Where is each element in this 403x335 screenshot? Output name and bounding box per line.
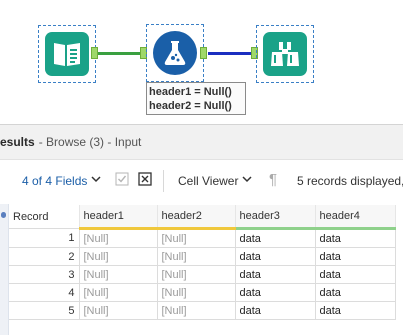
- formula-annotation: header1 = Null() header2 = Null(): [146, 82, 246, 115]
- column-header-header1[interactable]: header1: [79, 205, 158, 230]
- table-cell[interactable]: [Null]: [78, 265, 158, 284]
- grid-header-row: Record header1 header2 header3 header4: [9, 205, 396, 230]
- table-cell[interactable]: [Null]: [78, 283, 158, 302]
- chevron-down-icon[interactable]: [241, 173, 253, 188]
- table-cell[interactable]: data: [314, 247, 396, 266]
- table-cell[interactable]: [Null]: [78, 247, 158, 266]
- workflow-canvas[interactable]: header1 = Null() header2 = Null(): [0, 0, 403, 124]
- table-cell[interactable]: data: [314, 228, 396, 248]
- table-row[interactable]: 1 [Null] [Null] data data: [9, 228, 396, 248]
- record-number: 1: [9, 228, 80, 248]
- record-number: 4: [9, 283, 80, 302]
- fields-dropdown[interactable]: 4 of 4 Fields: [22, 174, 87, 188]
- results-grid[interactable]: Record header1 header2 header3 header4 1…: [9, 205, 396, 320]
- table-cell[interactable]: [Null]: [78, 228, 158, 248]
- table-cell[interactable]: data: [234, 247, 316, 266]
- table-cell[interactable]: [Null]: [78, 301, 158, 320]
- column-header-header4[interactable]: header4: [315, 205, 396, 230]
- table-cell[interactable]: data: [234, 265, 316, 284]
- record-number: 2: [9, 247, 80, 266]
- formula-output-anchor[interactable]: [200, 47, 207, 59]
- table-row[interactable]: 3 [Null] [Null] data data: [9, 265, 396, 284]
- table-row[interactable]: 2 [Null] [Null] data data: [9, 247, 396, 266]
- table-cell[interactable]: data: [314, 265, 396, 284]
- cell-viewer-dropdown[interactable]: Cell Viewer: [178, 174, 238, 188]
- table-row[interactable]: 5 [Null] [Null] data data: [9, 301, 396, 320]
- table-cell[interactable]: [Null]: [156, 301, 236, 320]
- table-cell[interactable]: data: [234, 283, 316, 302]
- records-status: 5 records displayed,: [297, 174, 403, 188]
- side-bullet-icon: [1, 212, 6, 218]
- annotation-line-1: header1 = Null(): [149, 86, 232, 98]
- table-cell[interactable]: [Null]: [156, 228, 236, 248]
- book-icon: [45, 32, 89, 76]
- record-number: 3: [9, 265, 80, 284]
- toolbar-separator: [163, 170, 164, 192]
- results-title: esults: [0, 135, 35, 149]
- table-cell[interactable]: [Null]: [156, 265, 236, 284]
- column-header-record[interactable]: Record: [9, 205, 80, 229]
- table-cell[interactable]: data: [314, 283, 396, 302]
- table-cell[interactable]: data: [234, 228, 316, 248]
- binoculars-icon: [263, 32, 307, 76]
- deselect-icon[interactable]: [138, 172, 152, 189]
- results-subtitle: - Browse (3) - Input: [38, 135, 142, 149]
- connection-input-formula[interactable]: [98, 52, 146, 55]
- table-cell[interactable]: [Null]: [156, 247, 236, 266]
- column-header-header3[interactable]: header3: [235, 205, 316, 230]
- check-select-icon[interactable]: [115, 172, 129, 189]
- table-cell[interactable]: [Null]: [156, 283, 236, 302]
- results-toolbar: 4 of 4 Fields Cell Viewer ¶ 5 records di…: [0, 160, 403, 204]
- input-data-tool[interactable]: [38, 25, 96, 83]
- column-header-header2[interactable]: header2: [157, 205, 236, 230]
- flask-icon: [153, 31, 197, 75]
- browse-tool[interactable]: [256, 25, 314, 83]
- chevron-down-icon[interactable]: [90, 173, 102, 188]
- table-row[interactable]: 4 [Null] [Null] data data: [9, 283, 396, 302]
- results-pane-header: esults - Browse (3) - Input: [0, 124, 403, 160]
- table-cell[interactable]: data: [234, 301, 316, 320]
- pilcrow-icon[interactable]: ¶: [269, 171, 277, 188]
- input-output-anchor[interactable]: [91, 47, 98, 59]
- record-number: 5: [9, 301, 80, 320]
- connection-formula-browse[interactable]: [208, 52, 256, 55]
- annotation-line-2: header2 = Null(): [149, 100, 232, 112]
- table-cell[interactable]: data: [314, 301, 396, 320]
- formula-tool[interactable]: [146, 24, 204, 82]
